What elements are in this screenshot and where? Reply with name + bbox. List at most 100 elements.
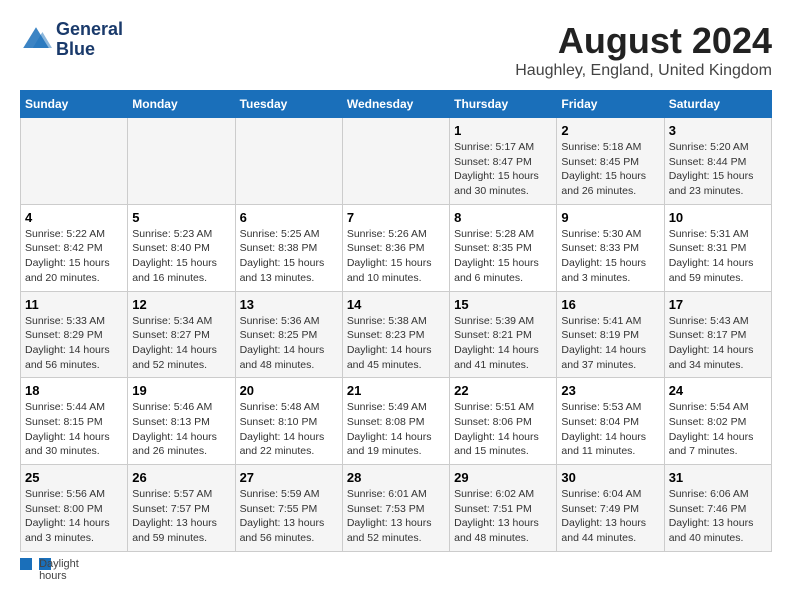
day-info: Sunrise: 5:23 AM Sunset: 8:40 PM Dayligh… (132, 227, 230, 286)
table-row: 17Sunrise: 5:43 AM Sunset: 8:17 PM Dayli… (664, 291, 771, 378)
table-row: 18Sunrise: 5:44 AM Sunset: 8:15 PM Dayli… (21, 378, 128, 465)
day-info: Sunrise: 5:48 AM Sunset: 8:10 PM Dayligh… (240, 400, 338, 459)
table-row: 6Sunrise: 5:25 AM Sunset: 8:38 PM Daylig… (235, 204, 342, 291)
day-number: 14 (347, 297, 445, 312)
day-info: Sunrise: 5:38 AM Sunset: 8:23 PM Dayligh… (347, 314, 445, 373)
table-row: 26Sunrise: 5:57 AM Sunset: 7:57 PM Dayli… (128, 465, 235, 552)
table-row: 29 Sunrise: 6:02 AM Sunset: 7:51 PM Dayli… (450, 465, 557, 552)
table-row (128, 118, 235, 205)
table-row (342, 118, 449, 205)
col-friday: Friday (557, 91, 664, 118)
day-info: Sunrise: 5:17 AM Sunset: 8:47 PM Dayligh… (454, 140, 552, 199)
table-row: 25 Sunrise: 5:56 AM Sunset: 8:00 PM Dayli… (21, 465, 128, 552)
day-number: 21 (347, 383, 445, 398)
day-info: Sunrise: 5:57 AM Sunset: 7:57 PM Dayligh… (132, 487, 230, 546)
calendar-week-row: 18Sunrise: 5:44 AM Sunset: 8:15 PM Dayli… (21, 378, 772, 465)
table-row: 2 Sunrise: 5:18 AM Sunset: 8:45 PM Daylig… (557, 118, 664, 205)
day-info: Sunrise: 5:51 AM Sunset: 8:06 PM Dayligh… (454, 400, 552, 459)
calendar-week-row: 1 Sunrise: 5:17 AM Sunset: 8:47 PM Daylig… (21, 118, 772, 205)
day-info: Sunrise: 6:04 AM Sunset: 7:49 PM Dayligh… (561, 487, 659, 546)
calendar-week-row: 4 Sunrise: 5:22 AM Sunset: 8:42 PM Daylig… (21, 204, 772, 291)
table-row: 9 Sunrise: 5:30 AM Sunset: 8:33 PM Daylig… (557, 204, 664, 291)
table-row: 8 Sunrise: 5:28 AM Sunset: 8:35 PM Daylig… (450, 204, 557, 291)
table-row: 30 Sunrise: 6:04 AM Sunset: 7:49 PM Dayli… (557, 465, 664, 552)
day-info: Sunrise: 5:28 AM Sunset: 8:35 PM Dayligh… (454, 227, 552, 286)
day-number: 12 (132, 297, 230, 312)
day-info: Sunrise: 5:59 AM Sunset: 7:55 PM Dayligh… (240, 487, 338, 546)
day-number: 24 (669, 383, 767, 398)
day-number: 9 (561, 210, 659, 225)
col-thursday: Thursday (450, 91, 557, 118)
logo: General Blue (20, 20, 123, 60)
table-row: 24 Sunrise: 5:54 AM Sunset: 8:02 PM Dayli… (664, 378, 771, 465)
table-row: 12Sunrise: 5:34 AM Sunset: 8:27 PM Dayli… (128, 291, 235, 378)
table-row: 11 Sunrise: 5:33 AM Sunset: 8:29 PM Dayli… (21, 291, 128, 378)
table-row: 31 Sunrise: 6:06 AM Sunset: 7:46 PM Dayli… (664, 465, 771, 552)
table-row: 14 Sunrise: 5:38 AM Sunset: 8:23 PM Dayli… (342, 291, 449, 378)
daylight-icon (20, 558, 32, 570)
day-info: Sunrise: 5:20 AM Sunset: 8:44 PM Dayligh… (669, 140, 767, 199)
day-number: 4 (25, 210, 123, 225)
col-sunday: Sunday (21, 91, 128, 118)
day-info: Sunrise: 5:31 AM Sunset: 8:31 PM Dayligh… (669, 227, 767, 286)
calendar-table: Sunday Monday Tuesday Wednesday Thursday… (20, 90, 772, 552)
day-info: Sunrise: 5:54 AM Sunset: 8:02 PM Dayligh… (669, 400, 767, 459)
logo-text: General Blue (56, 20, 123, 60)
day-info: Sunrise: 5:18 AM Sunset: 8:45 PM Dayligh… (561, 140, 659, 199)
day-number: 1 (454, 123, 552, 138)
table-row (235, 118, 342, 205)
table-row: 5 Sunrise: 5:23 AM Sunset: 8:40 PM Daylig… (128, 204, 235, 291)
day-number: 10 (669, 210, 767, 225)
col-wednesday: Wednesday (342, 91, 449, 118)
day-info: Sunrise: 6:02 AM Sunset: 7:51 PM Dayligh… (454, 487, 552, 546)
day-info: Sunrise: 5:41 AM Sunset: 8:19 PM Dayligh… (561, 314, 659, 373)
day-number: 11 (25, 297, 123, 312)
day-info: Sunrise: 6:06 AM Sunset: 7:46 PM Dayligh… (669, 487, 767, 546)
day-number: 30 (561, 470, 659, 485)
footer-note: Daylight hours (20, 558, 772, 570)
day-info: Sunrise: 5:49 AM Sunset: 8:08 PM Dayligh… (347, 400, 445, 459)
table-row: 22 Sunrise: 5:51 AM Sunset: 8:06 PM Dayli… (450, 378, 557, 465)
day-number: 15 (454, 297, 552, 312)
day-info: Sunrise: 5:36 AM Sunset: 8:25 PM Dayligh… (240, 314, 338, 373)
day-number: 8 (454, 210, 552, 225)
day-number: 29 (454, 470, 552, 485)
day-number: 5 (132, 210, 230, 225)
table-row: 13 Sunrise: 5:36 AM Sunset: 8:25 PM Dayli… (235, 291, 342, 378)
day-info: Sunrise: 5:33 AM Sunset: 8:29 PM Dayligh… (25, 314, 123, 373)
day-info: Sunrise: 5:22 AM Sunset: 8:42 PM Dayligh… (25, 227, 123, 286)
table-row: 4 Sunrise: 5:22 AM Sunset: 8:42 PM Daylig… (21, 204, 128, 291)
day-info: Sunrise: 5:26 AM Sunset: 8:36 PM Dayligh… (347, 227, 445, 286)
table-row: 1 Sunrise: 5:17 AM Sunset: 8:47 PM Daylig… (450, 118, 557, 205)
day-number: 6 (240, 210, 338, 225)
calendar-week-row: 11 Sunrise: 5:33 AM Sunset: 8:29 PM Dayli… (21, 291, 772, 378)
table-row: 15Sunrise: 5:39 AM Sunset: 8:21 PM Dayli… (450, 291, 557, 378)
col-tuesday: Tuesday (235, 91, 342, 118)
day-number: 18 (25, 383, 123, 398)
page-header: General Blue August 2024 Haughley, Engla… (20, 20, 772, 80)
day-number: 25 (25, 470, 123, 485)
table-row: 16 Sunrise: 5:41 AM Sunset: 8:19 PM Dayli… (557, 291, 664, 378)
day-info: Sunrise: 5:46 AM Sunset: 8:13 PM Dayligh… (132, 400, 230, 459)
day-number: 17 (669, 297, 767, 312)
table-row: 28Sunrise: 6:01 AM Sunset: 7:53 PM Dayli… (342, 465, 449, 552)
day-number: 20 (240, 383, 338, 398)
day-info: Sunrise: 5:56 AM Sunset: 8:00 PM Dayligh… (25, 487, 123, 546)
day-number: 16 (561, 297, 659, 312)
day-number: 31 (669, 470, 767, 485)
table-row: 21 Sunrise: 5:49 AM Sunset: 8:08 PM Dayli… (342, 378, 449, 465)
table-row: 19Sunrise: 5:46 AM Sunset: 8:13 PM Dayli… (128, 378, 235, 465)
day-info: Sunrise: 5:30 AM Sunset: 8:33 PM Dayligh… (561, 227, 659, 286)
calendar-header-row: Sunday Monday Tuesday Wednesday Thursday… (21, 91, 772, 118)
table-row: 10 Sunrise: 5:31 AM Sunset: 8:31 PM Dayli… (664, 204, 771, 291)
day-number: 13 (240, 297, 338, 312)
table-row: 20 Sunrise: 5:48 AM Sunset: 8:10 PM Dayli… (235, 378, 342, 465)
day-number: 2 (561, 123, 659, 138)
col-saturday: Saturday (664, 91, 771, 118)
day-number: 22 (454, 383, 552, 398)
day-number: 27 (240, 470, 338, 485)
table-row: 7Sunrise: 5:26 AM Sunset: 8:36 PM Daylig… (342, 204, 449, 291)
title-block: August 2024 Haughley, England, United Ki… (515, 20, 772, 80)
col-monday: Monday (128, 91, 235, 118)
table-row: 27 Sunrise: 5:59 AM Sunset: 7:55 PM Dayli… (235, 465, 342, 552)
